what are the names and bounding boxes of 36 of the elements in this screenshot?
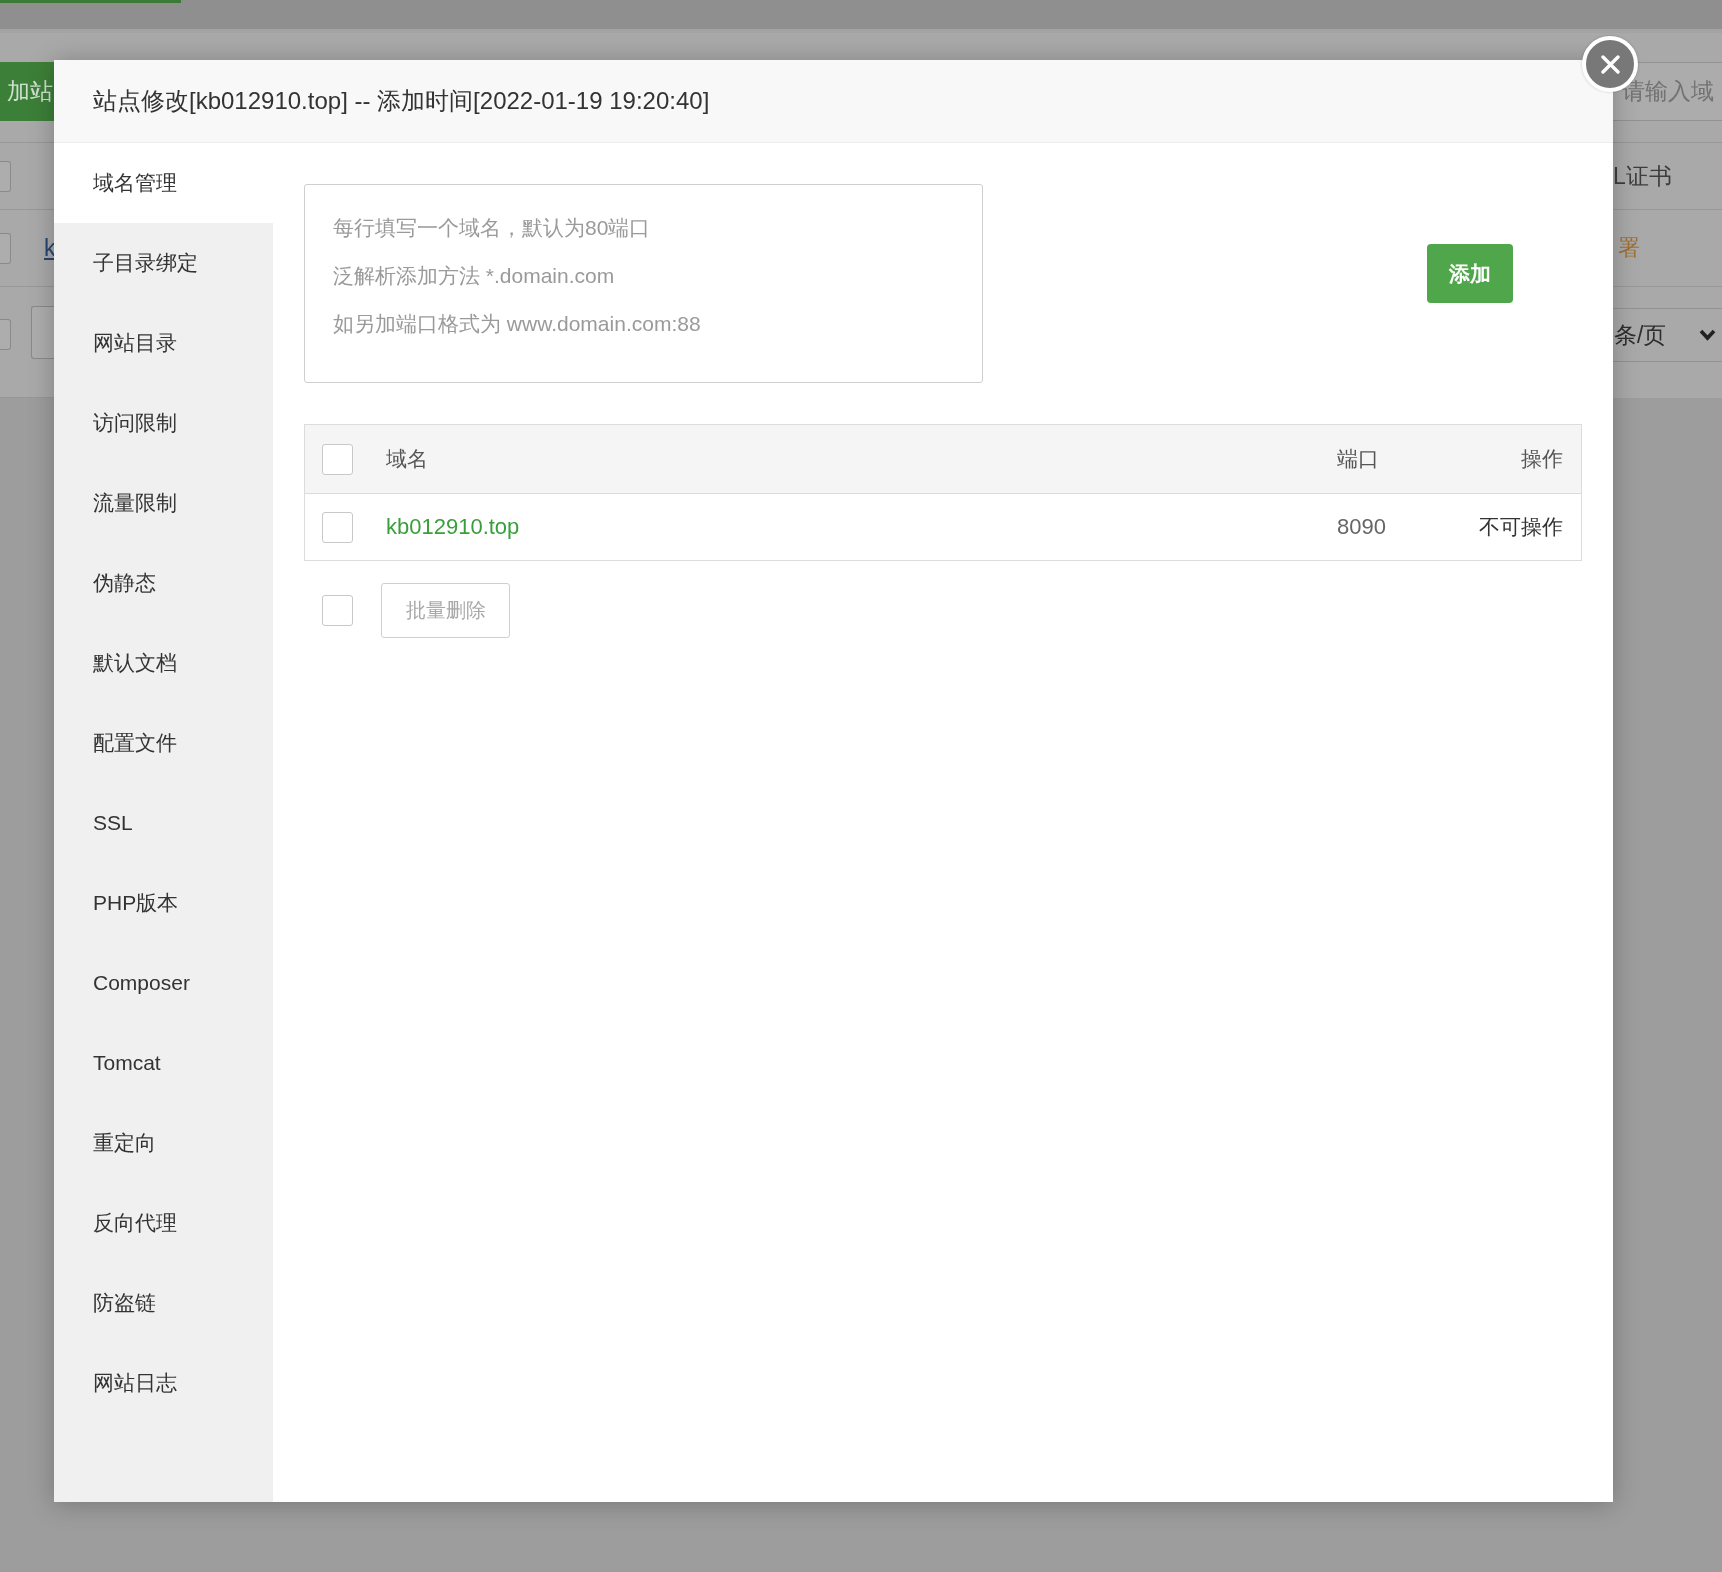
sidebar-item[interactable]: 域名管理 [54, 143, 273, 223]
sidebar-item[interactable]: 反向代理 [54, 1183, 273, 1263]
column-header: 操作 [1520, 446, 1564, 472]
checkbox[interactable] [0, 319, 11, 350]
sidebar-item[interactable]: Composer [54, 943, 273, 1023]
sidebar-item[interactable]: 网站目录 [54, 303, 273, 383]
input-field[interactable] [31, 306, 54, 359]
dialog-title: 站点修改[kb012910.top] -- 添加时间[2022-01-19 19:20:40] [93, 86, 710, 116]
sidebar-item[interactable]: 流量限制 [54, 463, 273, 543]
checkbox[interactable] [322, 443, 353, 475]
sidebar-item[interactable]: 防盗链 [54, 1263, 273, 1343]
checkbox[interactable] [0, 232, 11, 264]
sidebar-item[interactable]: 子目录绑定 [54, 223, 273, 303]
sidebar-item[interactable]: 默认文档 [54, 623, 273, 703]
column-header: 端口 [1337, 446, 1380, 472]
table-cell-text: 8090 [1337, 514, 1387, 540]
sidebar-item[interactable]: 重定向 [54, 1103, 273, 1183]
chevron-down-icon [1699, 329, 1716, 341]
sidebar-item[interactable]: SSL [54, 783, 273, 863]
sidebar-item[interactable]: Tomcat [54, 1023, 273, 1103]
close-icon [1600, 54, 1620, 74]
checkbox[interactable] [322, 595, 353, 626]
sidebar-item[interactable]: PHP版本 [54, 863, 273, 943]
domain-input-field[interactable]: 每行填写一个域名，默认为80端口 泛解析添加方法 *.domain.com 如另加端口格式为 www.domain.com:88 [304, 184, 983, 383]
checkbox[interactable] [0, 160, 11, 192]
sidebar-item[interactable]: 伪静态 [54, 543, 273, 623]
sidebar-item[interactable]: 访问限制 [54, 383, 273, 463]
sidebar-item[interactable]: 配置文件 [54, 703, 273, 783]
site-link[interactable]: k [44, 234, 56, 262]
checkbox[interactable] [322, 511, 353, 543]
table-cell-text: 不可操作 [1478, 514, 1564, 540]
sidebar-item[interactable]: 网站日志 [54, 1343, 273, 1423]
column-header: 域名 [386, 446, 429, 472]
add-site-button[interactable]: 加站 [0, 62, 54, 121]
column-header: L证书 [1613, 161, 1672, 191]
ssl-status: 署 [1617, 234, 1640, 262]
